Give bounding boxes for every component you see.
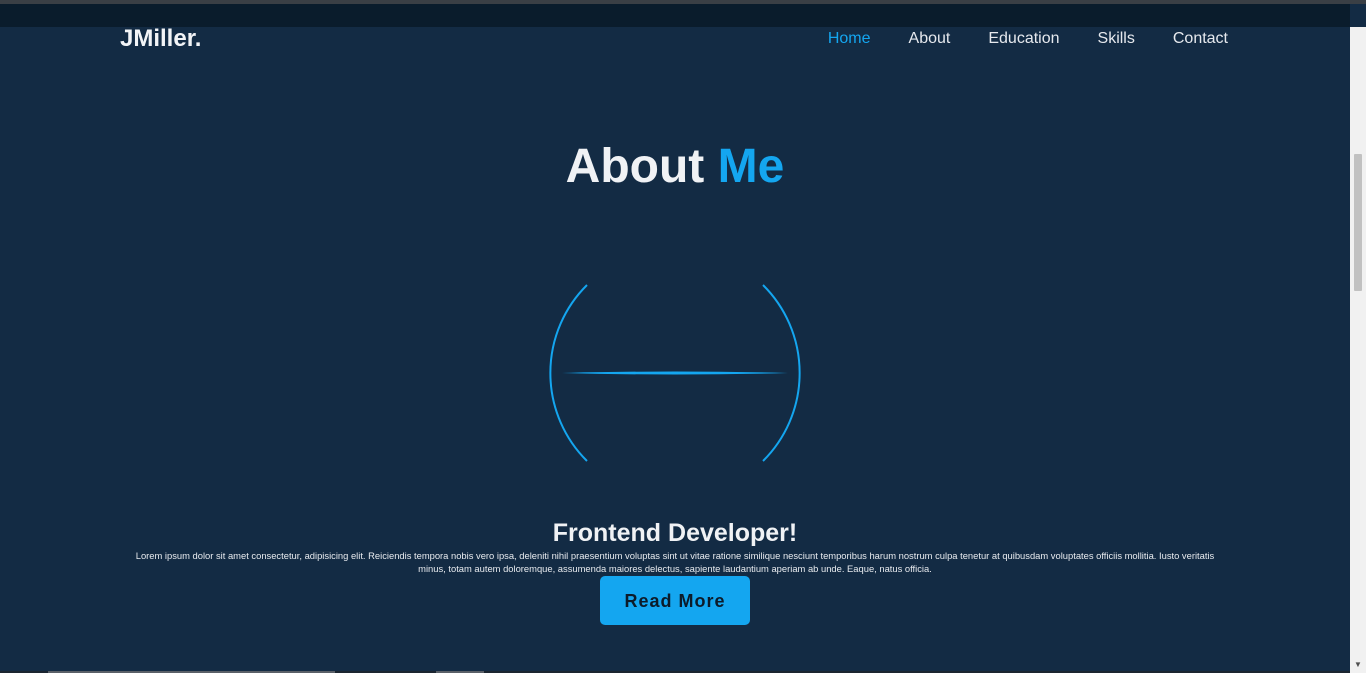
frame-center-line — [562, 371, 788, 375]
role-heading: Frontend Developer! — [552, 519, 798, 547]
site-logo[interactable]: JMiller. — [120, 24, 201, 54]
read-more-button[interactable]: Read More — [600, 576, 750, 625]
scrollbar-thumb[interactable] — [1354, 154, 1362, 291]
nav-home[interactable]: Home — [828, 29, 871, 49]
chevron-down-icon[interactable]: ▼ — [1350, 657, 1366, 673]
section-title-accent: Me — [717, 140, 785, 193]
main-nav: Home About Education Skills Contact — [790, 29, 1228, 49]
section-title: About Me — [0, 138, 1350, 196]
section-title-main: About — [565, 140, 705, 193]
about-description: Lorem ipsum dolor sit amet consectetur, … — [135, 550, 1215, 574]
nav-education[interactable]: Education — [988, 29, 1059, 49]
nav-skills[interactable]: Skills — [1098, 29, 1135, 49]
nav-about[interactable]: About — [909, 29, 951, 49]
vertical-scrollbar[interactable]: ▼ — [1350, 27, 1366, 673]
nav-contact[interactable]: Contact — [1173, 29, 1228, 49]
profile-image-frame — [549, 284, 801, 462]
header-bar — [0, 4, 1350, 27]
